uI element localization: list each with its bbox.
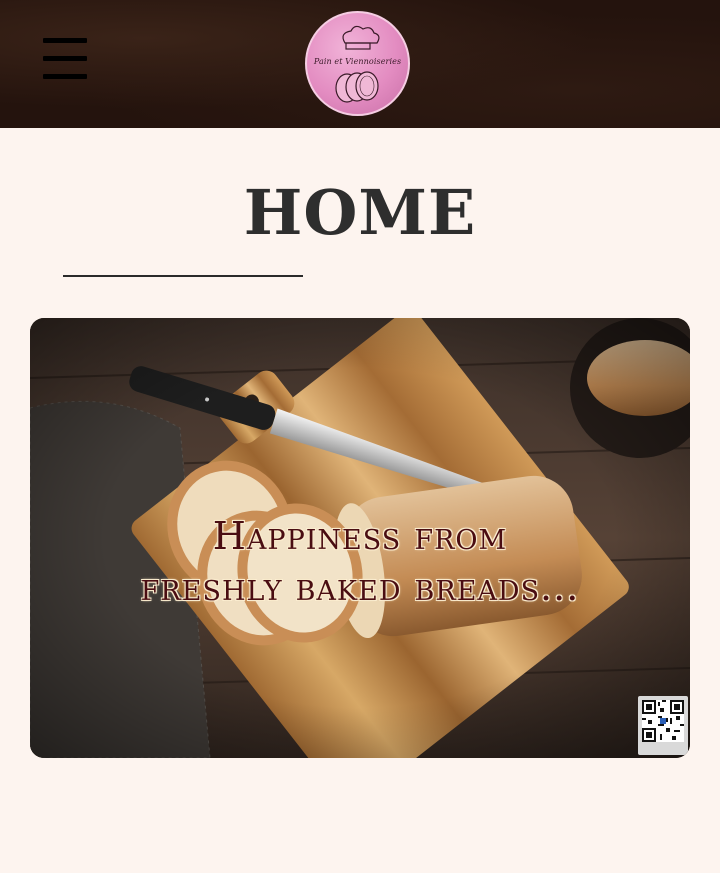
site-header: Pain et Viennoiseries [0, 0, 720, 128]
hero-headline-line1: Happiness from [212, 514, 508, 558]
qr-code-icon [642, 700, 684, 742]
site-logo[interactable]: Pain et Viennoiseries [305, 11, 410, 116]
qr-code-badge[interactable] [638, 696, 688, 755]
hamburger-menu-icon[interactable] [40, 36, 90, 86]
hero-banner: Happiness from freshly baked breads... [30, 318, 690, 758]
logo-text: Pain et Viennoiseries [313, 57, 402, 66]
page-title: HOME [243, 176, 477, 249]
title-divider [63, 275, 303, 277]
hero-headline-line2: freshly baked breads... [140, 565, 580, 609]
